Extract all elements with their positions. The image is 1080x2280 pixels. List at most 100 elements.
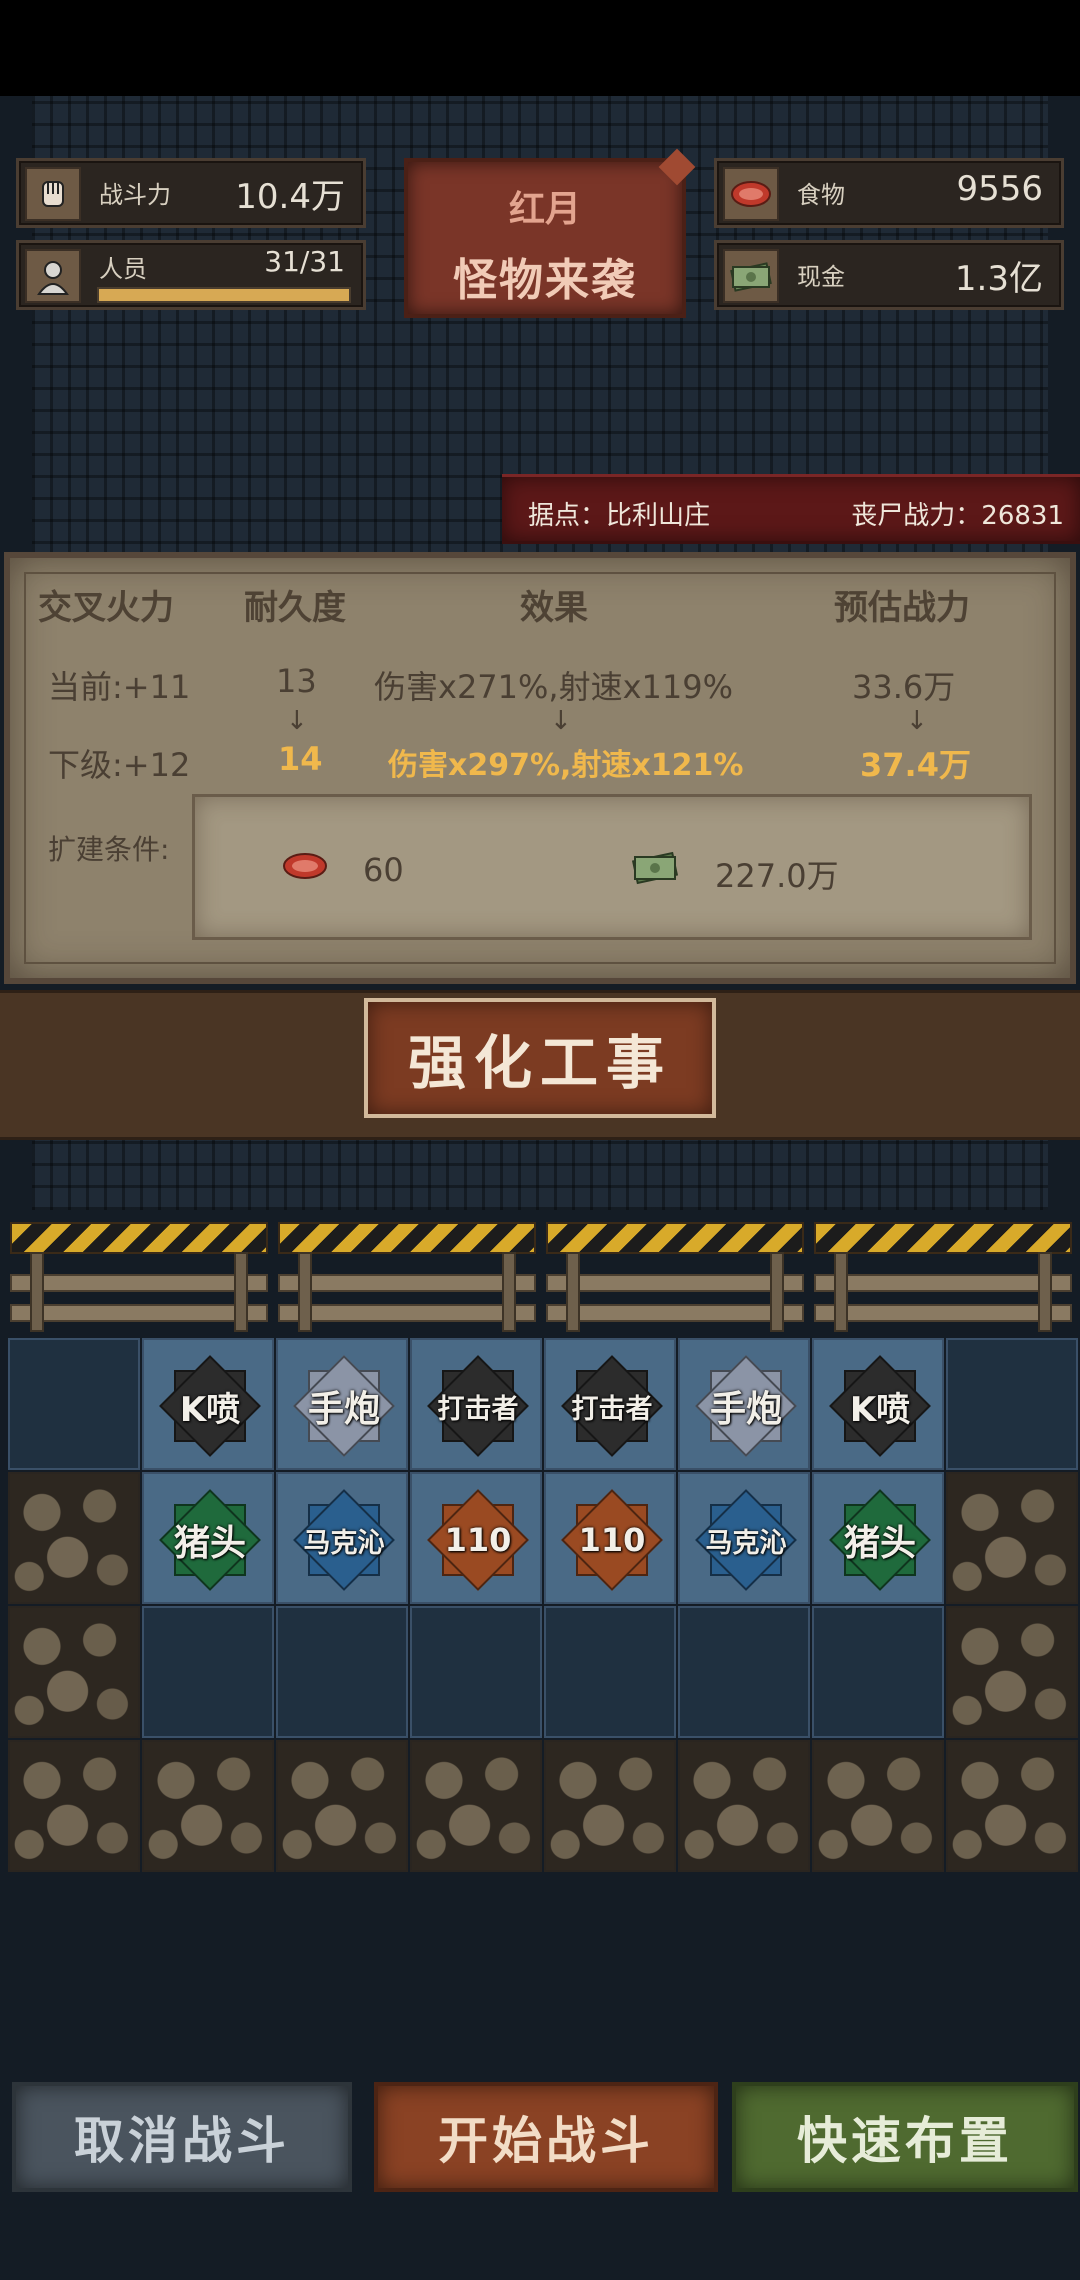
status-bar <box>0 0 1080 96</box>
next-level: 下级:+12 <box>48 746 191 784</box>
rock-tile <box>678 1740 810 1872</box>
grid-cell[interactable] <box>812 1606 944 1738</box>
unit-slot[interactable]: 110 <box>410 1472 542 1604</box>
barricade <box>10 1222 268 1332</box>
unit-badge: K喷 <box>159 1355 261 1457</box>
header-durability: 耐久度 <box>244 588 346 628</box>
requirements-label: 扩建条件: <box>48 833 170 866</box>
header-name: 交叉火力 <box>38 588 174 628</box>
current-effect: 伤害x271%,射速x119% <box>374 668 734 706</box>
unit-label: 马克沁 <box>705 1527 787 1559</box>
unit-label: 猪头 <box>173 1523 246 1564</box>
unit-label: 打击者 <box>437 1393 519 1425</box>
unit-slot[interactable]: 110 <box>544 1472 676 1604</box>
header-effect: 效果 <box>520 588 588 628</box>
fist-icon <box>25 167 81 221</box>
grid-cell[interactable] <box>946 1338 1078 1470</box>
unit-slot[interactable]: 手炮 <box>678 1338 810 1470</box>
unit-slot[interactable]: 猪头 <box>812 1472 944 1604</box>
cash-label: 现金 <box>797 263 845 291</box>
food-value: 9556 <box>956 169 1043 209</box>
barricade <box>278 1222 536 1332</box>
unit-slot[interactable]: 马克沁 <box>276 1472 408 1604</box>
unit-slot[interactable]: 打击者 <box>544 1338 676 1470</box>
requirements-box: 60 227.0万 <box>192 794 1032 940</box>
quick-deploy-button[interactable]: 快速布置 <box>732 2082 1078 2192</box>
unit-slot[interactable]: 手炮 <box>276 1338 408 1470</box>
combat-power-value: 10.4万 <box>235 177 345 217</box>
event-title: 红月 <box>508 189 581 230</box>
grid-cell[interactable] <box>544 1606 676 1738</box>
rock-tile <box>946 1740 1078 1872</box>
upgrade-panel: 交叉火力 耐久度 效果 预估战力 当前:+11 13 伤害x271%,射速x11… <box>4 552 1076 984</box>
unit-label: 手炮 <box>307 1389 380 1430</box>
rock-tile <box>142 1740 274 1872</box>
food-panel: 食物 9556 <box>714 158 1064 228</box>
unit-label: 打击者 <box>571 1393 653 1425</box>
grid-cell[interactable] <box>8 1338 140 1470</box>
meat-icon <box>281 849 329 887</box>
unit-label: 手炮 <box>709 1389 782 1430</box>
durability-arrow: ↓ <box>286 706 308 736</box>
unit-slot[interactable]: 打击者 <box>410 1338 542 1470</box>
personnel-value: 31/31 <box>264 245 345 278</box>
start-battle-button[interactable]: 开始战斗 <box>374 2082 718 2192</box>
cash-panel: 现金 1.3亿 <box>714 240 1064 310</box>
unit-badge: 手炮 <box>293 1355 395 1457</box>
unit-slot[interactable]: 猪头 <box>142 1472 274 1604</box>
red-moon-banner[interactable]: 红月 怪物来袭 <box>404 148 696 318</box>
barricade <box>546 1222 804 1332</box>
combat-power-panel: 战斗力 10.4万 <box>16 158 366 228</box>
personnel-panel: 人员 31/31 <box>16 240 366 310</box>
current-durability: 13 <box>276 662 317 700</box>
unit-badge: 110 <box>561 1489 663 1591</box>
next-effect: 伤害x297%,射速x121% <box>388 748 744 783</box>
cancel-battle-button[interactable]: 取消战斗 <box>12 2082 352 2192</box>
unit-badge: 打击者 <box>561 1355 663 1457</box>
current-est-power: 33.6万 <box>852 668 956 706</box>
unit-badge: 110 <box>427 1489 529 1591</box>
unit-slot[interactable]: 马克沁 <box>678 1472 810 1604</box>
unit-label: 马克沁 <box>303 1527 385 1559</box>
event-subtitle: 怪物来袭 <box>453 255 637 306</box>
header-est-power: 预估战力 <box>834 588 970 628</box>
barricade <box>814 1222 1072 1332</box>
grid-cell[interactable] <box>142 1606 274 1738</box>
meat-icon <box>723 167 779 221</box>
cash-icon <box>723 249 779 303</box>
unit-badge: 猪头 <box>159 1489 261 1591</box>
cost-cash: 227.0万 <box>715 857 839 895</box>
rock-tile <box>276 1740 408 1872</box>
unit-slot[interactable]: K喷 <box>812 1338 944 1470</box>
unit-badge: 手炮 <box>695 1355 797 1457</box>
location-banner: 据点：比利山庄 丧尸战力：26831 <box>502 474 1080 544</box>
grid-cell[interactable] <box>410 1606 542 1738</box>
personnel-bar-fill <box>99 289 349 301</box>
grid-cell[interactable] <box>276 1606 408 1738</box>
cost-food: 60 <box>363 851 404 889</box>
unit-label: K喷 <box>849 1389 911 1430</box>
base-name: 据点：比利山庄 <box>528 501 711 531</box>
current-level: 当前:+11 <box>48 668 191 706</box>
unit-slot[interactable]: K喷 <box>142 1338 274 1470</box>
rock-tile <box>812 1740 944 1872</box>
rock-tile <box>410 1740 542 1872</box>
next-est-power: 37.4万 <box>860 746 971 784</box>
unit-badge: 猪头 <box>829 1489 931 1591</box>
wall-background <box>32 1140 1048 1210</box>
rock-tile <box>8 1472 140 1604</box>
unit-label: 110 <box>578 1521 646 1559</box>
person-icon <box>25 249 81 303</box>
rock-tile <box>544 1740 676 1872</box>
cash-icon <box>629 847 681 889</box>
unit-label: K喷 <box>179 1389 241 1430</box>
unit-badge: 马克沁 <box>695 1489 797 1591</box>
reinforce-button[interactable]: 强化工事 <box>364 998 716 1118</box>
personnel-label: 人员 <box>99 255 147 283</box>
rock-tile <box>8 1740 140 1872</box>
rock-tile <box>8 1606 140 1738</box>
food-label: 食物 <box>797 181 845 209</box>
rock-tile <box>946 1606 1078 1738</box>
unit-badge: 打击者 <box>427 1355 529 1457</box>
grid-cell[interactable] <box>678 1606 810 1738</box>
